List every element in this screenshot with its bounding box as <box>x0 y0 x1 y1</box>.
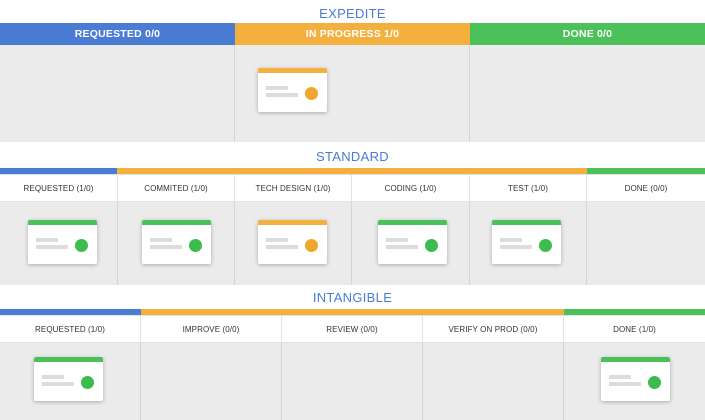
kanban-card[interactable] <box>28 220 97 264</box>
expedite-header-requested-label: REQUESTED 0/0 <box>74 28 161 40</box>
card-text-placeholder <box>266 86 288 90</box>
standard-header-commited[interactable]: COMMITED (1/0) <box>118 175 235 201</box>
card-color-strip <box>142 220 211 225</box>
standard-cell-tech-design[interactable] <box>235 202 352 285</box>
card-text-placeholder <box>42 382 74 386</box>
intangible-header-review[interactable]: REVIEW (0/0) <box>282 316 423 342</box>
standard-cell-done[interactable] <box>587 202 705 285</box>
avatar <box>305 87 318 100</box>
avatar <box>425 239 438 252</box>
intangible-cell-verify-on-prod[interactable] <box>423 343 564 420</box>
expedite-header-requested[interactable]: REQUESTED 0/0 <box>0 23 235 45</box>
card-color-strip <box>34 357 103 362</box>
card-text-placeholder <box>42 375 64 379</box>
kanban-card[interactable] <box>492 220 561 264</box>
card-text-placeholder <box>266 93 298 97</box>
card-color-strip <box>378 220 447 225</box>
card-text-placeholder <box>150 245 182 249</box>
standard-header-tech-design[interactable]: TECH DESIGN (1/0) <box>235 175 352 201</box>
card-text-placeholder <box>609 375 631 379</box>
card-text-placeholder <box>36 238 58 242</box>
standard-body <box>0 202 705 285</box>
standard-header-test[interactable]: TEST (1/0) <box>470 175 587 201</box>
expedite-body <box>0 45 705 142</box>
expedite-header-done[interactable]: DONE 0/0 <box>470 23 705 45</box>
standard-column-headers: REQUESTED (1/0) COMMITED (1/0) TECH DESI… <box>0 174 705 202</box>
avatar <box>305 239 318 252</box>
standard-header-requested[interactable]: REQUESTED (1/0) <box>0 175 118 201</box>
standard-cell-commited[interactable] <box>118 202 235 285</box>
card-text-placeholder <box>150 238 172 242</box>
expedite-header-in-progress-label: IN PROGRESS 1/0 <box>305 28 400 40</box>
intangible-cell-requested[interactable] <box>0 343 141 420</box>
lane-title-standard: STANDARD <box>316 149 389 164</box>
card-text-placeholder <box>386 245 418 249</box>
expedite-cell-done[interactable] <box>470 45 705 142</box>
kanban-card[interactable] <box>601 357 670 401</box>
avatar <box>81 376 94 389</box>
kanban-card[interactable] <box>258 68 327 112</box>
card-color-strip <box>492 220 561 225</box>
card-color-strip <box>601 357 670 362</box>
standard-cell-requested[interactable] <box>0 202 118 285</box>
standard-cell-coding[interactable] <box>352 202 470 285</box>
avatar <box>648 376 661 389</box>
card-text-placeholder <box>500 245 532 249</box>
expedite-cell-requested[interactable] <box>0 45 235 142</box>
card-text-placeholder <box>500 238 522 242</box>
lane-title-intangible: INTANGIBLE <box>312 290 393 305</box>
intangible-body <box>0 343 705 420</box>
kanban-card[interactable] <box>142 220 211 264</box>
intangible-header-done[interactable]: DONE (1/0) <box>564 316 705 342</box>
intangible-cell-review[interactable] <box>282 343 423 420</box>
standard-cell-test[interactable] <box>470 202 587 285</box>
card-text-placeholder <box>36 245 68 249</box>
kanban-card[interactable] <box>258 220 327 264</box>
intangible-header-verify-on-prod[interactable]: VERIFY ON PROD (0/0) <box>423 316 564 342</box>
standard-header-coding[interactable]: CODING (1/0) <box>352 175 470 201</box>
kanban-card[interactable] <box>378 220 447 264</box>
card-text-placeholder <box>386 238 408 242</box>
expedite-cell-in-progress[interactable] <box>235 45 470 142</box>
avatar <box>189 239 202 252</box>
kanban-card[interactable] <box>34 357 103 401</box>
card-text-placeholder <box>266 245 298 249</box>
card-color-strip <box>258 220 327 225</box>
intangible-column-headers: REQUESTED (1/0) IMPROVE (0/0) REVIEW (0/… <box>0 315 705 343</box>
card-color-strip <box>258 68 327 73</box>
standard-header-done[interactable]: DONE (0/0) <box>587 175 705 201</box>
avatar <box>75 239 88 252</box>
intangible-cell-improve[interactable] <box>141 343 282 420</box>
card-color-strip <box>28 220 97 225</box>
card-text-placeholder <box>609 382 641 386</box>
intangible-cell-done[interactable] <box>564 343 705 420</box>
lane-title-expedite: EXPEDITE <box>319 6 386 21</box>
expedite-header-done-label: DONE 0/0 <box>562 28 613 40</box>
intangible-header-improve[interactable]: IMPROVE (0/0) <box>141 316 282 342</box>
expedite-header-in-progress[interactable]: IN PROGRESS 1/0 <box>235 23 470 45</box>
card-text-placeholder <box>266 238 288 242</box>
intangible-header-requested[interactable]: REQUESTED (1/0) <box>0 316 141 342</box>
avatar <box>539 239 552 252</box>
